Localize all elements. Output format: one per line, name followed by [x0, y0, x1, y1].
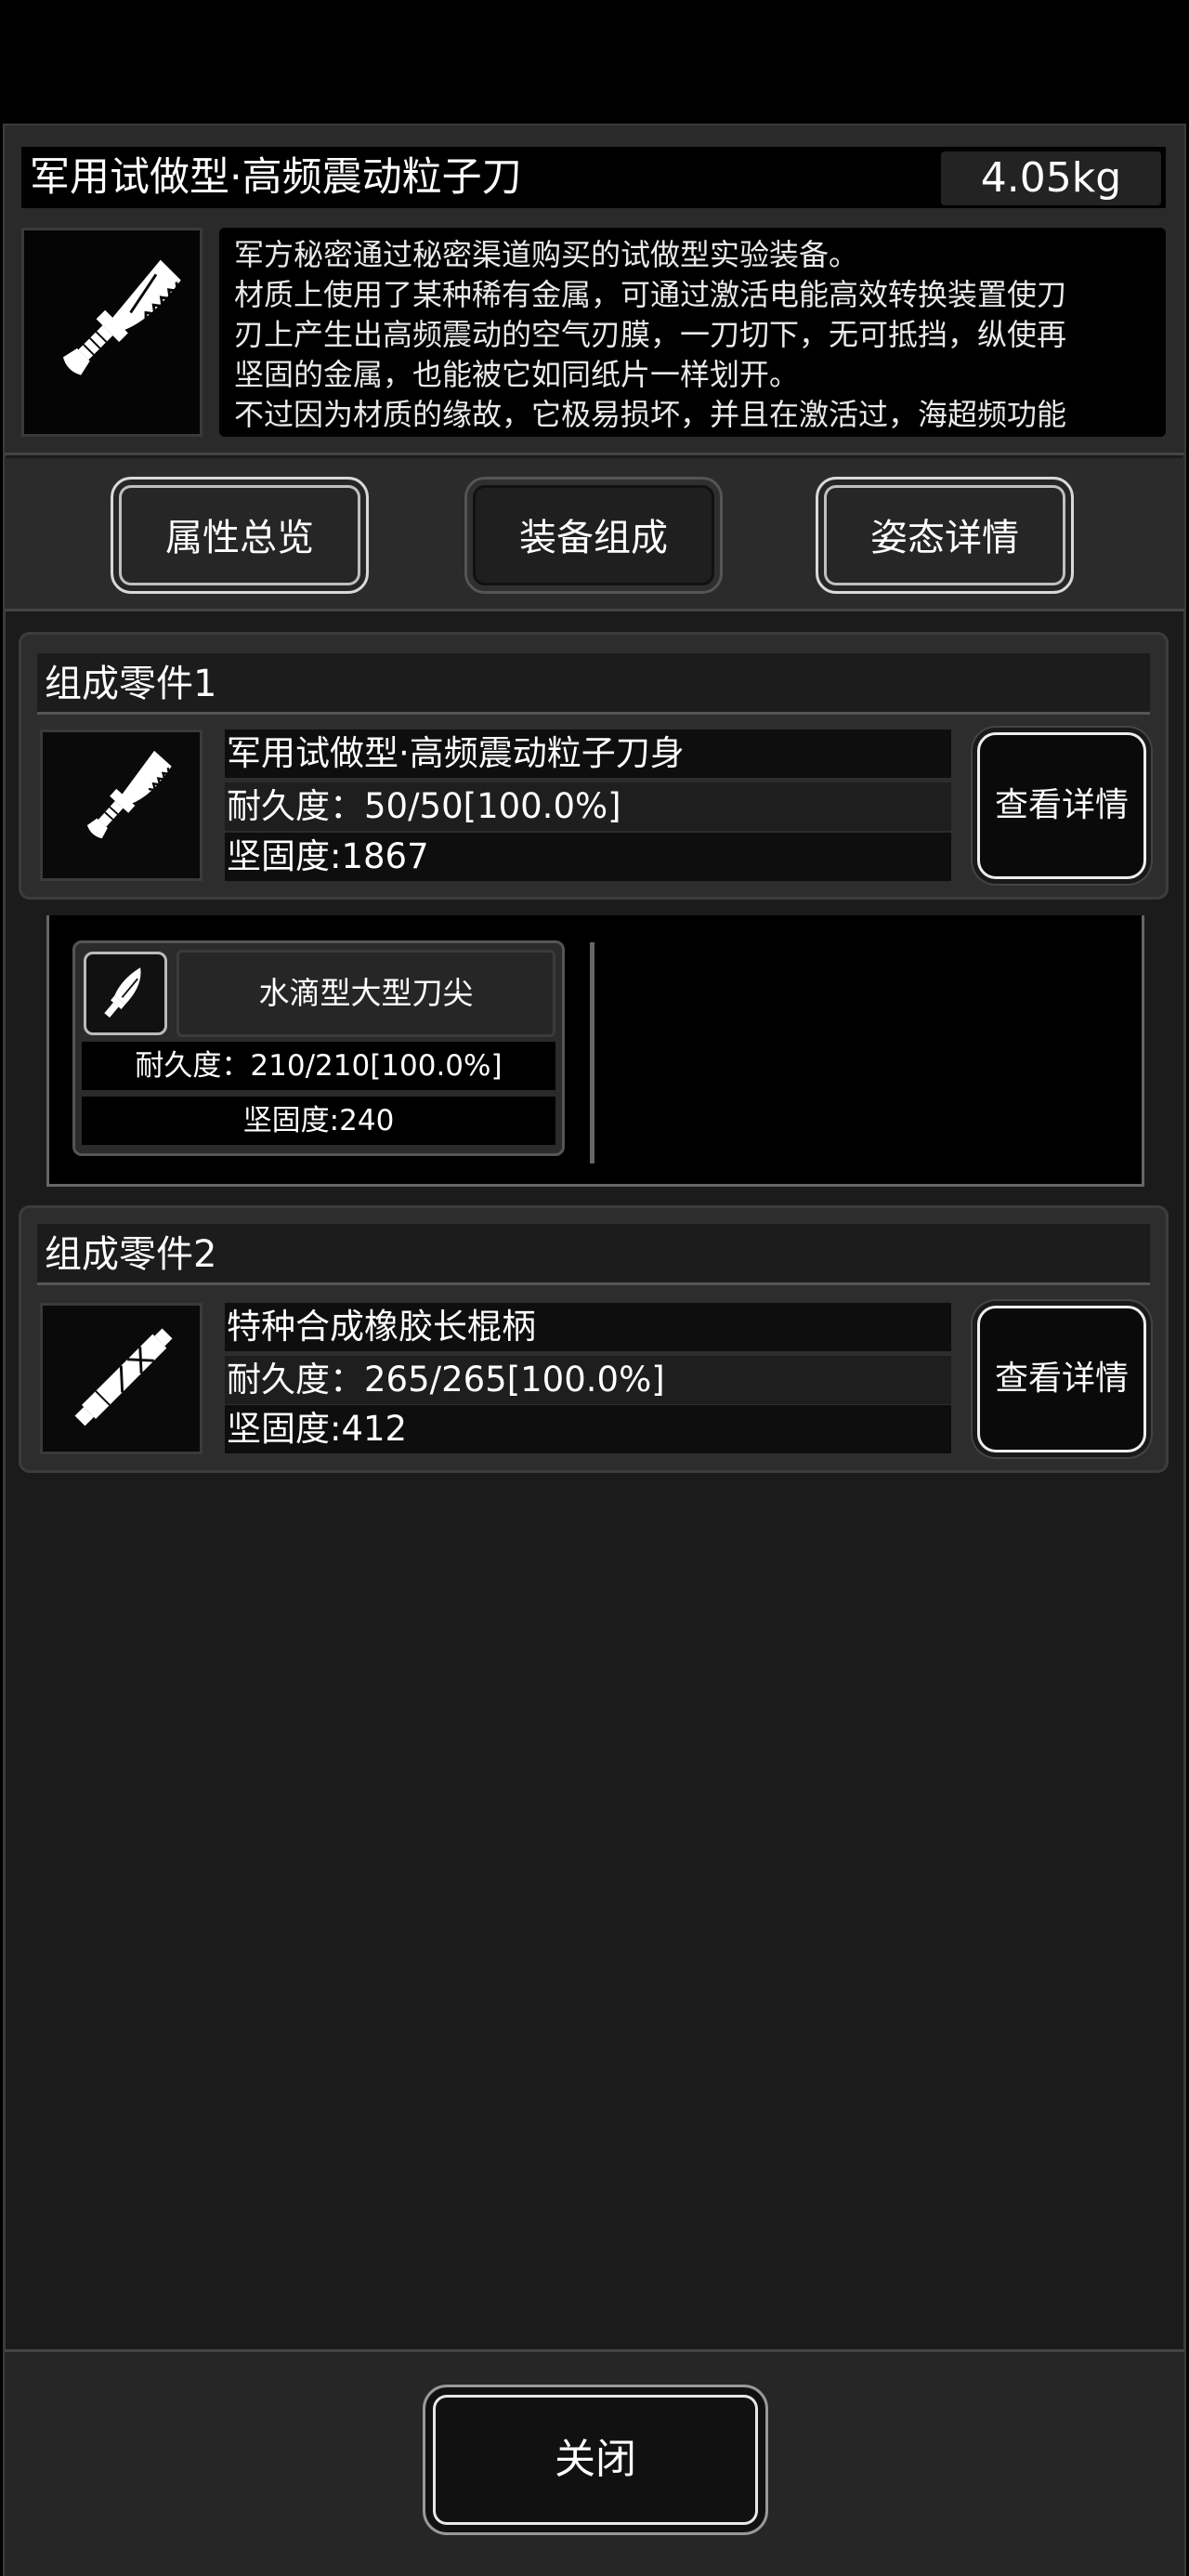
- description-line: 坚固的金属，也能被它如同纸片一样划开。: [234, 357, 800, 392]
- subpart-durability: 耐久度：210/210[100.0%]: [82, 1042, 555, 1090]
- part-name-2: 特种合成橡胶长棍柄: [225, 1303, 951, 1351]
- view-details-button-2[interactable]: 查看详情: [977, 1306, 1146, 1452]
- part-name-1: 军用试做型·高频震动粒子刀身: [225, 729, 951, 778]
- knife-blade-icon: [40, 729, 203, 881]
- item-weight: 4.05kg: [941, 151, 1161, 205]
- subpart-name: 水滴型大型刀尖: [176, 950, 555, 1037]
- part-hardness-2: 坚固度:412: [225, 1405, 951, 1453]
- description-line: 材质上使用了某种稀有金属，可通过激活电能高效转换装置使刀: [234, 277, 1067, 312]
- description-line: 军方秘密通过秘密渠道购买的试做型实验装备。: [234, 237, 859, 272]
- part-hardness-1: 坚固度:1867: [225, 833, 951, 881]
- tab-attributes-overview[interactable]: 属性总览: [111, 477, 369, 594]
- part-durability-2: 耐久度：265/265[100.0%]: [225, 1356, 951, 1404]
- subpart-hardness: 坚固度:240: [82, 1097, 555, 1145]
- blade-tip-icon: [84, 952, 167, 1035]
- part-header-2: 组成零件2: [37, 1224, 1150, 1285]
- item-description: 军方秘密通过秘密渠道购买的试做型实验装备。 材质上使用了某种稀有金属，可通过激活…: [219, 228, 1166, 437]
- part-durability-1: 耐久度：50/50[100.0%]: [225, 782, 951, 831]
- scroll-divider: [590, 942, 594, 1163]
- description-line: 不过因为材质的缘故，它极易损坏，并且在激活过，海超频功能: [234, 397, 1067, 432]
- part-header-1: 组成零件1: [37, 653, 1150, 715]
- view-details-button-1[interactable]: 查看详情: [977, 732, 1146, 879]
- item-title: 军用试做型·高频震动粒子刀: [30, 154, 522, 201]
- handle-icon: [40, 1303, 203, 1454]
- tab-equipment-composition[interactable]: 装备组成: [464, 477, 723, 594]
- description-line: 刃上产生出高频震动的空气刃膜，一刀切下，无可抵挡，纵使再: [234, 317, 1067, 352]
- knife-icon: [21, 228, 203, 437]
- tab-stance-details[interactable]: 姿态详情: [816, 477, 1074, 594]
- close-button[interactable]: 关闭: [423, 2385, 768, 2535]
